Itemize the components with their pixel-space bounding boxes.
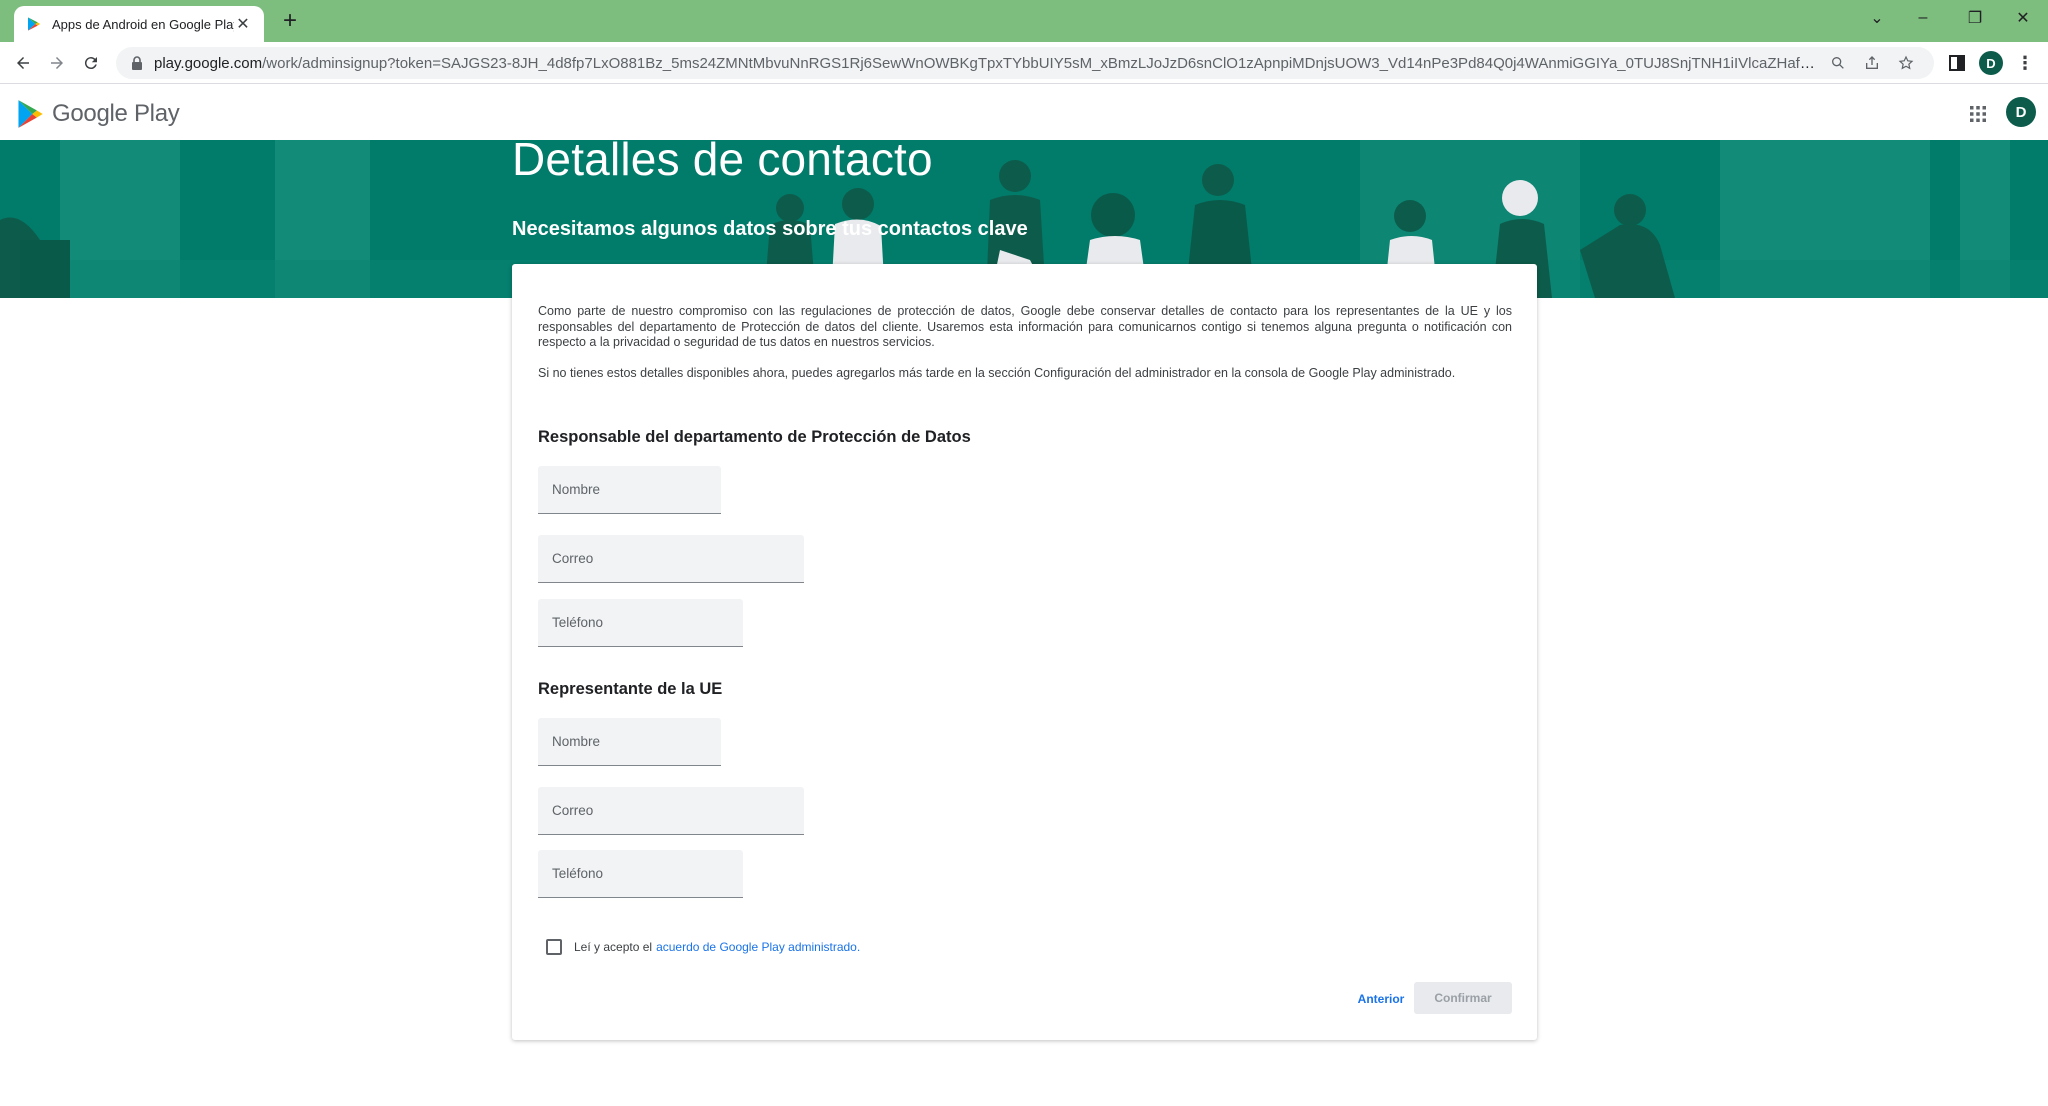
close-window-button[interactable]: ✕: [2000, 0, 2046, 36]
google-play-logo[interactable]: Google Play: [16, 99, 180, 129]
agreement-row: Leí y acepto el acuerdo de Google Play a…: [546, 939, 860, 955]
bookmark-star-icon[interactable]: [1892, 49, 1920, 77]
share-icon[interactable]: [1858, 49, 1886, 77]
eu-rep-phone-field[interactable]: [538, 850, 743, 898]
eu-rep-name-field[interactable]: [538, 718, 721, 766]
profile-avatar: D: [1979, 51, 2003, 75]
dpo-email-input[interactable]: [552, 551, 790, 566]
dpo-email-field[interactable]: [538, 535, 804, 583]
eu-rep-email-input[interactable]: [552, 803, 790, 818]
browser-menu-icon[interactable]: ⋮: [2010, 48, 2040, 78]
dpo-name-field[interactable]: [538, 466, 721, 514]
agreement-text: Leí y acepto el: [574, 940, 653, 954]
url-text: play.google.com/work/adminsignup?token=S…: [154, 54, 1818, 72]
google-play-favicon-icon: [28, 17, 40, 31]
reload-icon: [84, 57, 97, 70]
reload-button[interactable]: [76, 48, 106, 78]
browser-toolbar: play.google.com/work/adminsignup?token=S…: [0, 42, 2048, 84]
google-play-header: Google Play D: [0, 85, 2048, 140]
tab-close-icon[interactable]: ✕: [234, 14, 252, 34]
arrow-right-icon: [51, 57, 63, 69]
page-title: Detalles de contacto: [512, 133, 933, 185]
dpo-phone-input[interactable]: [552, 615, 729, 630]
agreement-link[interactable]: acuerdo de Google Play administrado.: [656, 940, 860, 954]
profile-button[interactable]: D: [1976, 48, 2006, 78]
contact-details-card: Como parte de nuestro compromiso con las…: [512, 264, 1537, 1040]
eu-rep-phone-input[interactable]: [552, 866, 729, 881]
eu-rep-name-input[interactable]: [552, 734, 707, 749]
new-tab-button[interactable]: +: [276, 8, 304, 36]
intro-paragraph: Como parte de nuestro compromiso con las…: [538, 304, 1512, 349]
dpo-name-input[interactable]: [552, 482, 707, 497]
google-play-triangle-icon: [18, 100, 43, 128]
tab-search-chevron-icon[interactable]: ⌄: [1854, 0, 1900, 36]
confirm-button[interactable]: Confirmar: [1414, 982, 1512, 1014]
browser-tab-strip: Apps de Android en Google Play ✕ + ⌄ – ❐…: [0, 0, 2048, 42]
browser-tab[interactable]: Apps de Android en Google Play ✕: [14, 6, 264, 42]
agreement-checkbox[interactable]: [546, 939, 562, 955]
arrow-left-icon: [17, 57, 29, 69]
side-panel-button[interactable]: [1942, 48, 1972, 78]
back-button[interactable]: [8, 48, 38, 78]
side-panel-icon: [1949, 55, 1965, 71]
restore-button[interactable]: ❐: [1952, 0, 1998, 36]
minimize-button[interactable]: –: [1900, 0, 1946, 36]
lock-icon: [132, 56, 142, 70]
google-apps-grid-icon[interactable]: [1966, 102, 1990, 126]
forward-button[interactable]: [42, 48, 72, 78]
brand-name: Google Play: [52, 100, 180, 127]
dpo-section-title: Responsable del departamento de Protecci…: [538, 428, 971, 446]
later-paragraph: Si no tienes estos detalles disponibles …: [538, 366, 1456, 380]
account-avatar[interactable]: D: [2006, 97, 2036, 127]
zoom-icon[interactable]: [1824, 49, 1852, 77]
address-bar[interactable]: play.google.com/work/adminsignup?token=S…: [116, 47, 1934, 79]
eu-rep-email-field[interactable]: [538, 787, 804, 835]
page-subtitle: Necesitamos algunos datos sobre tus cont…: [512, 218, 1028, 240]
dpo-phone-field[interactable]: [538, 599, 743, 647]
tab-title: Apps de Android en Google Play: [52, 16, 234, 32]
previous-button[interactable]: Anterior: [1352, 984, 1410, 1014]
eu-rep-section-title: Representante de la UE: [538, 680, 723, 698]
